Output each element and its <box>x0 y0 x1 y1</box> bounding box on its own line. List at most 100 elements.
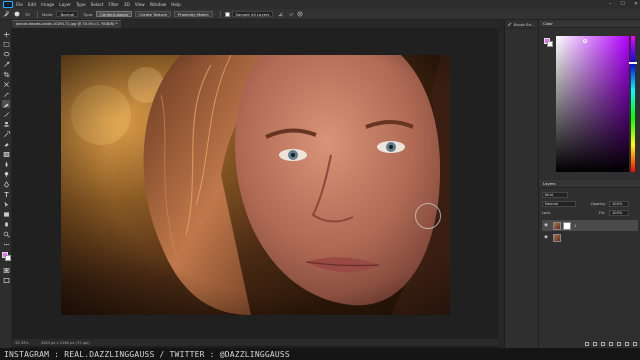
type-tool-icon[interactable] <box>2 190 10 198</box>
adjustment-layer-icon[interactable] <box>609 342 613 346</box>
status-bar: 33.33% 3240 px x 2160 px (72 ppi) <box>12 339 498 346</box>
menu-image[interactable]: Image <box>41 2 54 7</box>
marquee-tool-icon[interactable] <box>2 40 10 48</box>
portrait-photo[interactable] <box>61 55 450 315</box>
opacity-value: 100% <box>612 202 623 206</box>
crop-tool-icon[interactable] <box>2 70 10 78</box>
eraser-tool-icon[interactable] <box>2 140 10 148</box>
fill-value: 100% <box>612 211 623 215</box>
brush-settings-panel: Brush Se... <box>504 20 538 348</box>
document-tab-title: jeanie-brooks-bride-1029172.jpg @ 33.5% … <box>16 22 118 26</box>
hand-tool-icon[interactable] <box>2 220 10 228</box>
content-aware-button[interactable]: Content-Aware <box>96 11 133 17</box>
background-color-swatch[interactable] <box>5 255 11 261</box>
quick-select-tool-icon[interactable] <box>2 60 10 68</box>
hue-slider-handle[interactable] <box>629 62 637 64</box>
layer-kind-label: Kind <box>545 193 553 197</box>
new-layer-icon[interactable] <box>625 342 629 346</box>
angle-value[interactable]: 0° <box>289 12 293 17</box>
proximity-match-button[interactable]: Proximity Match <box>174 11 213 17</box>
menu-filter[interactable]: Filter <box>108 2 118 7</box>
screen-mode-icon[interactable] <box>2 276 10 284</box>
sample-all-layers-label: Sample All Layers <box>231 11 274 17</box>
blur-tool-icon[interactable] <box>2 160 10 168</box>
dodge-tool-icon[interactable] <box>2 170 10 178</box>
quick-mask-icon[interactable] <box>2 266 10 274</box>
opacity-input[interactable]: 100% <box>609 201 629 207</box>
layer-row[interactable]: ◉ <box>542 232 638 243</box>
zoom-tool-icon[interactable] <box>2 230 10 238</box>
new-group-icon[interactable] <box>617 342 621 346</box>
brush-settings-header[interactable]: Brush Se... <box>505 20 538 29</box>
menu-select[interactable]: Select <box>91 2 104 7</box>
maximize-button[interactable]: ☐ <box>620 0 624 9</box>
zoom-level[interactable]: 33.33% <box>15 341 29 345</box>
history-brush-tool-icon[interactable] <box>2 130 10 138</box>
right-panels: Color Layers Kind Normal Opacity: 100% L… <box>538 20 640 348</box>
spot-healing-tool-icon[interactable] <box>2 100 10 108</box>
sample-all-layers-checkbox[interactable] <box>224 11 230 17</box>
more-tools-icon[interactable] <box>2 240 10 248</box>
document-size: 3240 px x 2160 px (72 ppi) <box>40 340 90 345</box>
menu-help[interactable]: Help <box>171 2 181 7</box>
visibility-eye-icon[interactable]: ◉ <box>542 223 550 228</box>
document-tab[interactable]: jeanie-brooks-bride-1029172.jpg @ 33.5% … <box>12 20 122 28</box>
gradient-tool-icon[interactable] <box>2 150 10 158</box>
frame-tool-icon[interactable] <box>2 80 10 88</box>
layer-kind-filter[interactable]: Kind <box>542 192 568 198</box>
brush-tool-icon[interactable] <box>2 110 10 118</box>
pressure-size-icon[interactable] <box>297 11 303 17</box>
clone-stamp-tool-icon[interactable] <box>2 120 10 128</box>
move-tool-icon[interactable] <box>2 30 10 38</box>
layer-style-icon[interactable] <box>593 342 597 346</box>
layers-panel: Layers Kind Normal Opacity: 100% Lock: F… <box>539 180 640 348</box>
menu-window[interactable]: Window <box>150 2 167 7</box>
watermark-text: INSTAGRAM : REAL.DAZZLINGGAUSS / TWITTER… <box>4 349 290 359</box>
lasso-tool-icon[interactable] <box>2 50 10 58</box>
menu-type[interactable]: Type <box>76 2 86 7</box>
spot-healing-brush-icon[interactable] <box>3 11 9 17</box>
minimize-button[interactable]: – <box>609 0 612 9</box>
layer-thumbnail <box>553 233 561 242</box>
brush-size-value: 39 <box>25 11 30 17</box>
delete-layer-icon[interactable] <box>633 342 637 346</box>
menu-bar: File Edit Image Layer Type Select Filter… <box>0 0 640 9</box>
layers-panel-title: Layers <box>543 181 556 186</box>
tools-panel <box>0 20 12 348</box>
close-button[interactable]: ✕ <box>634 0 638 9</box>
menu-3d[interactable]: 3D <box>124 2 130 7</box>
link-layers-icon[interactable] <box>585 342 589 346</box>
social-watermark-bar: INSTAGRAM : REAL.DAZZLINGGAUSS / TWITTER… <box>0 348 640 360</box>
menu-view[interactable]: View <box>135 2 145 7</box>
color-picker-marker[interactable] <box>583 39 587 43</box>
blend-mode-select[interactable]: Normal <box>542 201 576 207</box>
divider <box>36 10 38 18</box>
color-panel-tab[interactable]: Color <box>539 20 640 28</box>
hue-slider[interactable] <box>631 36 635 172</box>
path-select-tool-icon[interactable] <box>2 200 10 208</box>
brush-preset-icon[interactable] <box>14 11 20 17</box>
menu-file[interactable]: File <box>16 2 23 7</box>
type-label: Type: <box>83 11 94 17</box>
create-texture-button[interactable]: Create Texture <box>135 11 172 17</box>
pen-tool-icon[interactable] <box>2 180 10 188</box>
layer-mask-thumbnail[interactable] <box>563 221 571 230</box>
menu-edit[interactable]: Edit <box>28 2 36 7</box>
fill-input[interactable]: 100% <box>609 210 629 216</box>
color-picker-field[interactable] <box>556 36 629 172</box>
layer-name[interactable]: 1 <box>574 224 576 228</box>
add-mask-icon[interactable] <box>601 342 605 346</box>
layer-thumbnail <box>553 221 561 230</box>
rectangle-tool-icon[interactable] <box>2 210 10 218</box>
layers-panel-tab[interactable]: Layers <box>539 180 640 188</box>
eyedropper-tool-icon[interactable] <box>2 90 10 98</box>
photoshop-logo-icon[interactable] <box>3 1 13 8</box>
visibility-eye-icon[interactable]: ◉ <box>542 235 550 240</box>
menu-layer[interactable]: Layer <box>59 2 71 7</box>
mode-select[interactable]: Normal <box>56 11 79 17</box>
color-panel-background-swatch[interactable] <box>547 41 553 47</box>
canvas-area[interactable] <box>12 28 498 339</box>
lock-label: Lock: <box>542 211 552 215</box>
opacity-label: Opacity: <box>591 202 606 206</box>
layer-row[interactable]: ◉ 1 <box>542 220 638 231</box>
